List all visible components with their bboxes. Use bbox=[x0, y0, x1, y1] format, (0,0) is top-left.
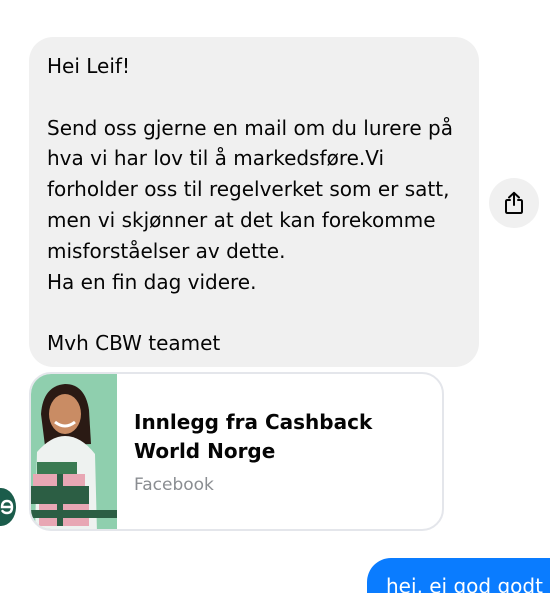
share-button[interactable] bbox=[489, 178, 539, 228]
link-card-title: Innlegg fra Cashback World Norge bbox=[134, 410, 373, 463]
cashback-world-logo bbox=[0, 499, 14, 515]
share-icon bbox=[505, 191, 523, 214]
woman-with-gift-boxes-image bbox=[31, 374, 117, 529]
incoming-message-text: Hei Leif! Send oss gjerne en mail om du … bbox=[47, 54, 453, 356]
link-preview-card[interactable]: Innlegg fra Cashback World Norge Faceboo… bbox=[29, 372, 444, 531]
link-card-source: Facebook bbox=[134, 475, 214, 495]
outgoing-message-bubble: hei, ei god godt bbox=[367, 558, 550, 593]
outgoing-message-text: hei, ei god godt bbox=[386, 574, 543, 593]
chat-thread: Hei Leif! Send oss gjerne en mail om du … bbox=[0, 0, 550, 593]
sender-avatar[interactable] bbox=[0, 488, 16, 526]
incoming-message-bubble: Hei Leif! Send oss gjerne en mail om du … bbox=[29, 37, 479, 367]
